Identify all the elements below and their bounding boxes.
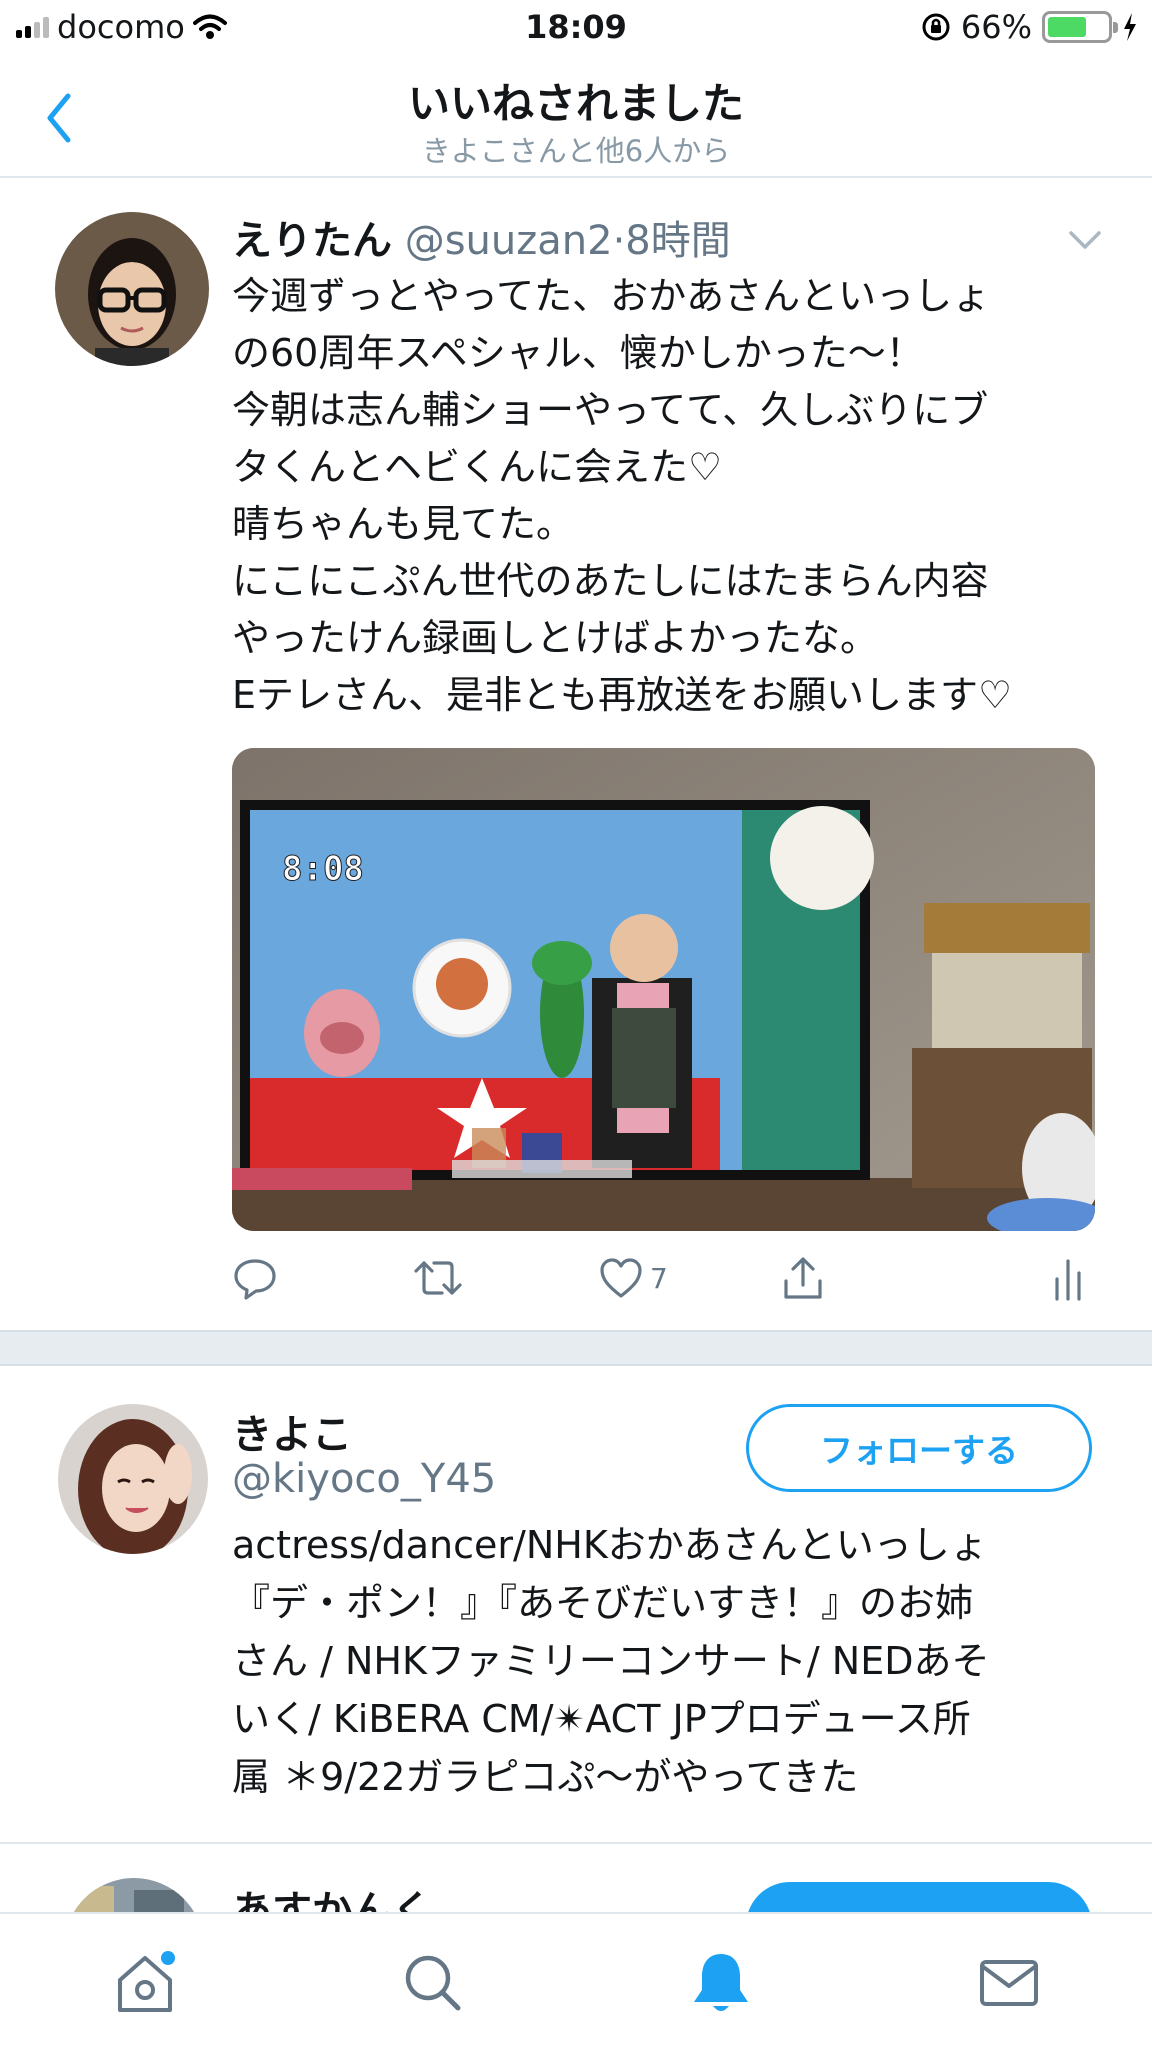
user-bio: actress/dancer/NHKおかあさんといっしょ 『デ・ポン！』『あそび… bbox=[232, 1523, 990, 1799]
messages-icon bbox=[980, 1960, 1038, 2006]
chevron-down-icon[interactable] bbox=[1068, 228, 1102, 252]
follow-button[interactable]: フォローする bbox=[746, 1404, 1092, 1492]
tv-clock: 8:08 bbox=[282, 849, 364, 889]
like-icon bbox=[600, 1258, 642, 1298]
reply-button[interactable] bbox=[232, 1248, 278, 1308]
status-right: 66% bbox=[921, 8, 1138, 46]
retweet-button[interactable] bbox=[412, 1248, 464, 1308]
reply-icon bbox=[234, 1259, 276, 1300]
user-name: あすかんく bbox=[232, 1888, 432, 1912]
tweet-text: 今週ずっとやってた、おかあさんといっしょ の60周年スペシャル、懐かしかった〜！… bbox=[232, 274, 1013, 717]
like-button[interactable]: 7 bbox=[598, 1248, 668, 1308]
home-icon bbox=[118, 1951, 175, 2012]
follow-button[interactable] bbox=[746, 1882, 1092, 1912]
page-subtitle: きよこさんと他6人から bbox=[421, 134, 731, 168]
nav-bar: いいねされました きよこさんと他6人から bbox=[0, 58, 1152, 178]
user-row[interactable]: あすかんく bbox=[0, 1844, 1152, 1912]
share-icon bbox=[784, 1257, 822, 1299]
share-button[interactable] bbox=[780, 1248, 826, 1308]
avatar[interactable] bbox=[64, 1878, 204, 1912]
like-count: 7 bbox=[650, 1261, 668, 1295]
battery-percent: 66% bbox=[960, 8, 1032, 46]
search-icon bbox=[405, 1955, 461, 2011]
tweet-timestamp: ·8時間 bbox=[612, 218, 731, 264]
avatar[interactable] bbox=[55, 212, 209, 366]
tweet-author-handle[interactable]: @suuzan2 bbox=[405, 218, 613, 264]
tweet-author-name[interactable]: えりたん bbox=[232, 218, 392, 264]
tab-search[interactable] bbox=[398, 1948, 468, 2018]
battery-icon bbox=[1042, 11, 1118, 43]
tab-notifications[interactable] bbox=[686, 1948, 756, 2018]
tab-bar bbox=[0, 1912, 1152, 2048]
orientation-lock-icon bbox=[922, 13, 950, 41]
retweet-icon bbox=[414, 1261, 462, 1295]
analytics-button[interactable] bbox=[1052, 1248, 1086, 1308]
avatar[interactable] bbox=[58, 1404, 208, 1554]
notifications-icon bbox=[694, 1954, 748, 2011]
user-handle: @kiyoco_Y45 bbox=[232, 1456, 497, 1502]
tweet-actions: 7 bbox=[232, 1248, 1092, 1308]
user-name: きよこ bbox=[232, 1412, 352, 1458]
user-row[interactable]: きよこ @kiyoco_Y45 フォローする actress/dancer/NH… bbox=[0, 1368, 1152, 1844]
tweet-photo[interactable]: 8:08 bbox=[232, 748, 1095, 1231]
page-title: いいねされました bbox=[407, 79, 744, 128]
section-divider bbox=[0, 1330, 1152, 1366]
charging-icon bbox=[1124, 13, 1136, 41]
liked-tweet[interactable]: えりたん @suuzan2·8時間 今週ずっとやってた、おかあさんといっしょ の… bbox=[0, 180, 1152, 1330]
tab-messages[interactable] bbox=[974, 1948, 1044, 2018]
analytics-icon bbox=[1055, 1259, 1081, 1301]
tweet-header: えりたん @suuzan2·8時間 bbox=[232, 208, 731, 266]
tab-home[interactable] bbox=[110, 1948, 180, 2018]
status-bar: docomo 18:09 66% bbox=[0, 0, 1152, 58]
